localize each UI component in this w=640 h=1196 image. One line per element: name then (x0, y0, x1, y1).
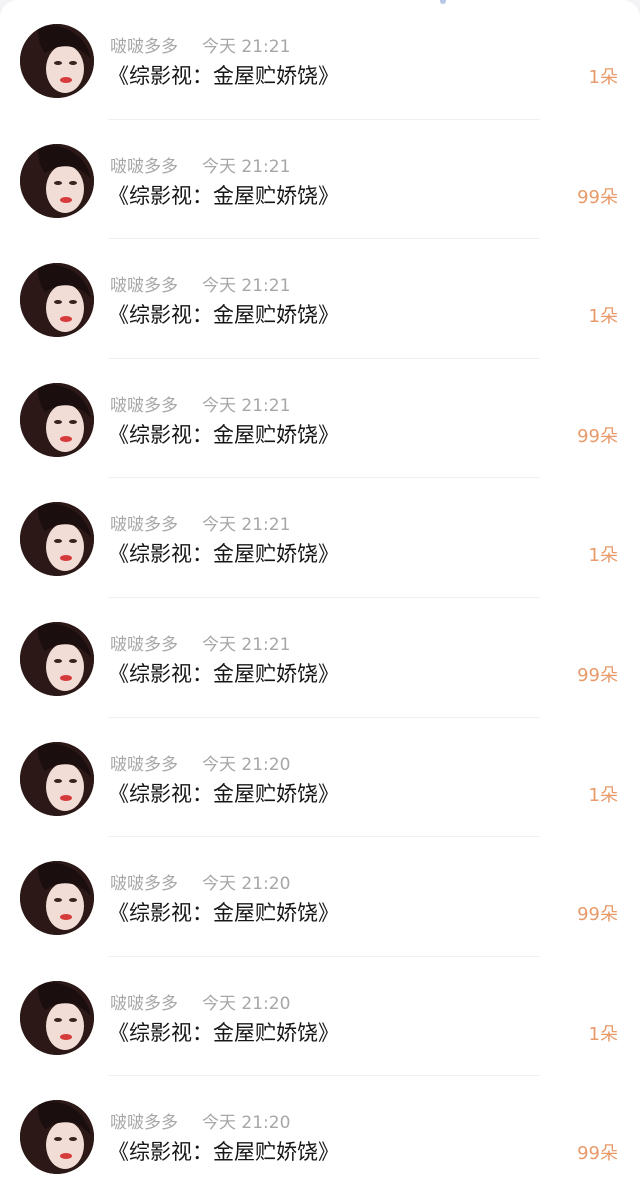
list-item[interactable]: 啵啵多多 今天 21:21 《综影视：金屋贮娇饶》 1朵 (0, 0, 640, 120)
list-item[interactable]: 啵啵多多 今天 21:21 《综影视：金屋贮娇饶》 99朵 (0, 120, 640, 240)
list-item[interactable]: 啵啵多多 今天 21:20 《综影视：金屋贮娇饶》 1朵 (0, 957, 640, 1077)
book-title[interactable]: 《综影视：金屋贮娇饶》 (108, 660, 339, 688)
book-title[interactable]: 《综影视：金屋贮娇饶》 (108, 421, 339, 449)
avatar-image (20, 1100, 94, 1175)
sender-name[interactable]: 啵啵多多 (110, 274, 202, 298)
avatar[interactable] (20, 502, 94, 577)
list-item[interactable]: 啵啵多多 今天 21:21 《综影视：金屋贮娇饶》 1朵 (0, 239, 640, 359)
list-item[interactable]: 啵啵多多 今天 21:21 《综影视：金屋贮娇饶》 1朵 (0, 478, 640, 598)
gift-amount: 99朵 (577, 1143, 618, 1165)
message-meta: 啵啵多多 今天 21:20 (110, 753, 290, 777)
gift-amount: 1朵 (588, 784, 618, 806)
message-meta: 啵啵多多 今天 21:21 (110, 274, 290, 298)
avatar[interactable] (20, 861, 94, 936)
message-meta: 啵啵多多 今天 21:21 (110, 513, 290, 537)
avatar-image (20, 980, 94, 1055)
book-title[interactable]: 《综影视：金屋贮娇饶》 (108, 1138, 339, 1166)
sender-name[interactable]: 啵啵多多 (110, 394, 202, 418)
gift-amount: 1朵 (588, 1023, 618, 1045)
avatar[interactable] (20, 24, 94, 98)
sender-name[interactable]: 啵啵多多 (110, 753, 202, 777)
avatar-image (20, 24, 94, 98)
sender-name[interactable]: 啵啵多多 (110, 155, 202, 179)
list-item[interactable]: 啵啵多多 今天 21:20 《综影视：金屋贮娇饶》 99朵 (0, 1076, 640, 1196)
avatar-image (20, 143, 94, 218)
gift-amount: 99朵 (577, 904, 618, 926)
sender-name[interactable]: 啵啵多多 (110, 513, 202, 537)
timestamp: 今天 21:20 (202, 754, 291, 775)
avatar[interactable] (20, 622, 94, 696)
timestamp: 今天 21:21 (202, 395, 291, 416)
list-item[interactable]: 啵啵多多 今天 21:20 《综影视：金屋贮娇饶》 1朵 (0, 718, 640, 838)
timestamp: 今天 21:20 (202, 1113, 291, 1134)
avatar[interactable] (20, 1100, 94, 1175)
avatar-image (20, 502, 94, 577)
sender-name[interactable]: 啵啵多多 (110, 633, 202, 657)
gift-amount: 99朵 (577, 665, 618, 686)
timestamp: 今天 21:20 (202, 874, 291, 895)
timestamp: 今天 21:20 (202, 993, 291, 1014)
book-title[interactable]: 《综影视：金屋贮娇饶》 (108, 182, 339, 210)
avatar-image (20, 263, 94, 338)
avatar[interactable] (20, 382, 94, 457)
timestamp: 今天 21:21 (202, 156, 291, 177)
avatar-image (20, 861, 94, 936)
message-meta: 啵啵多多 今天 21:20 (110, 872, 290, 896)
avatar[interactable] (20, 143, 94, 218)
gift-amount: 1朵 (588, 545, 618, 567)
avatar[interactable] (20, 980, 94, 1055)
message-meta: 啵啵多多 今天 21:21 (110, 394, 290, 418)
message-meta: 啵啵多多 今天 21:20 (110, 1111, 290, 1135)
list-item[interactable]: 啵啵多多 今天 21:21 《综影视：金屋贮娇饶》 99朵 (0, 359, 640, 479)
list-item[interactable]: 啵啵多多 今天 21:21 《综影视：金屋贮娇饶》 99朵 (0, 598, 640, 718)
timestamp: 今天 21:21 (202, 635, 291, 655)
gift-amount: 1朵 (588, 67, 618, 88)
book-title[interactable]: 《综影视：金屋贮娇饶》 (108, 62, 339, 90)
sender-name[interactable]: 啵啵多多 (110, 1111, 202, 1135)
timestamp: 今天 21:21 (202, 37, 291, 57)
book-title[interactable]: 《综影视：金屋贮娇饶》 (108, 301, 339, 329)
gift-amount: 1朵 (588, 306, 618, 328)
message-meta: 啵啵多多 今天 21:21 (110, 155, 290, 179)
book-title[interactable]: 《综影视：金屋贮娇饶》 (108, 540, 339, 568)
gift-record-list: 啵啵多多 今天 21:21 《综影视：金屋贮娇饶》 1朵 啵啵多多 今天 21:21… (0, 0, 640, 1196)
book-title[interactable]: 《综影视：金屋贮娇饶》 (108, 1019, 339, 1047)
avatar[interactable] (20, 741, 94, 816)
message-meta: 啵啵多多 今天 21:21 (110, 35, 290, 59)
gift-amount: 99朵 (577, 186, 618, 208)
avatar-image (20, 622, 94, 696)
timestamp: 今天 21:21 (202, 276, 291, 297)
sender-name[interactable]: 啵啵多多 (110, 992, 202, 1016)
avatar[interactable] (20, 263, 94, 338)
book-title[interactable]: 《综影视：金屋贮娇饶》 (108, 780, 339, 808)
message-meta: 啵啵多多 今天 21:21 (110, 633, 290, 657)
list-item[interactable]: 啵啵多多 今天 21:20 《综影视：金屋贮娇饶》 99朵 (0, 837, 640, 957)
sender-name[interactable]: 啵啵多多 (110, 35, 202, 59)
message-meta: 啵啵多多 今天 21:20 (110, 992, 290, 1016)
timestamp: 今天 21:21 (202, 515, 291, 536)
book-title[interactable]: 《综影视：金屋贮娇饶》 (108, 899, 339, 927)
sender-name[interactable]: 啵啵多多 (110, 872, 202, 896)
gift-amount: 99朵 (577, 425, 618, 447)
avatar-image (20, 382, 94, 457)
avatar-image (20, 741, 94, 816)
